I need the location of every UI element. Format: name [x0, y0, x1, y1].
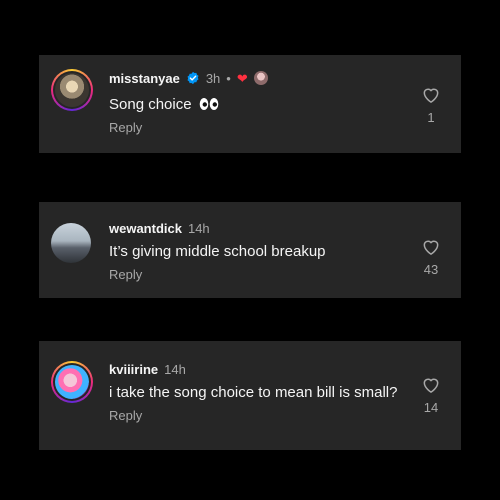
comment-meta: misstanyae 3h • ❤ — [109, 69, 401, 87]
comment-text-row: Song choice — [109, 95, 401, 114]
reply-button[interactable]: Reply — [109, 120, 401, 135]
comment-meta: wewantdick 14h — [109, 219, 401, 237]
heart-outline-icon[interactable] — [421, 375, 441, 395]
reply-button[interactable]: Reply — [109, 408, 401, 423]
verified-badge-icon — [187, 71, 199, 85]
comment-text: Song choice — [109, 96, 192, 113]
heart-outline-icon[interactable] — [421, 237, 441, 257]
comment-meta: kviiirine 14h — [109, 360, 401, 378]
comment-content: wewantdick 14h It’s giving middle school… — [109, 219, 401, 283]
heart-icon: ❤ — [236, 70, 248, 86]
avatar[interactable] — [51, 361, 93, 403]
creator-avatar — [253, 71, 268, 85]
comment-text: i take the song choice to mean bill is s… — [109, 384, 398, 401]
comment-text: It’s giving middle school breakup — [109, 243, 326, 260]
separator-dot: • — [226, 70, 231, 86]
comment-card: misstanyae 3h • ❤ Song choice Reply 1 — [39, 55, 461, 153]
comment-time: 3h — [205, 70, 221, 86]
like-count: 43 — [423, 262, 439, 277]
comment-card: wewantdick 14h It’s giving middle school… — [39, 202, 461, 298]
like-count: 1 — [427, 110, 435, 125]
comment-card: kviiirine 14h i take the song choice to … — [39, 341, 461, 450]
like-control: 43 — [419, 237, 443, 277]
comment-content: misstanyae 3h • ❤ Song choice Reply — [109, 69, 401, 135]
heart-outline-icon[interactable] — [421, 85, 441, 105]
username[interactable]: wewantdick — [109, 221, 182, 236]
like-control: 14 — [419, 375, 443, 415]
avatar[interactable] — [51, 223, 91, 263]
username[interactable]: misstanyae — [109, 71, 180, 86]
username[interactable]: kviiirine — [109, 362, 158, 377]
avatar[interactable] — [51, 69, 93, 111]
like-control: 1 — [419, 85, 443, 125]
comment-content: kviiirine 14h i take the song choice to … — [109, 360, 401, 424]
eyes-emoji-icon — [199, 98, 219, 110]
reply-button[interactable]: Reply — [109, 267, 401, 282]
comment-time: 14h — [187, 220, 210, 236]
like-count: 14 — [423, 400, 439, 415]
comment-time: 14h — [164, 361, 186, 377]
